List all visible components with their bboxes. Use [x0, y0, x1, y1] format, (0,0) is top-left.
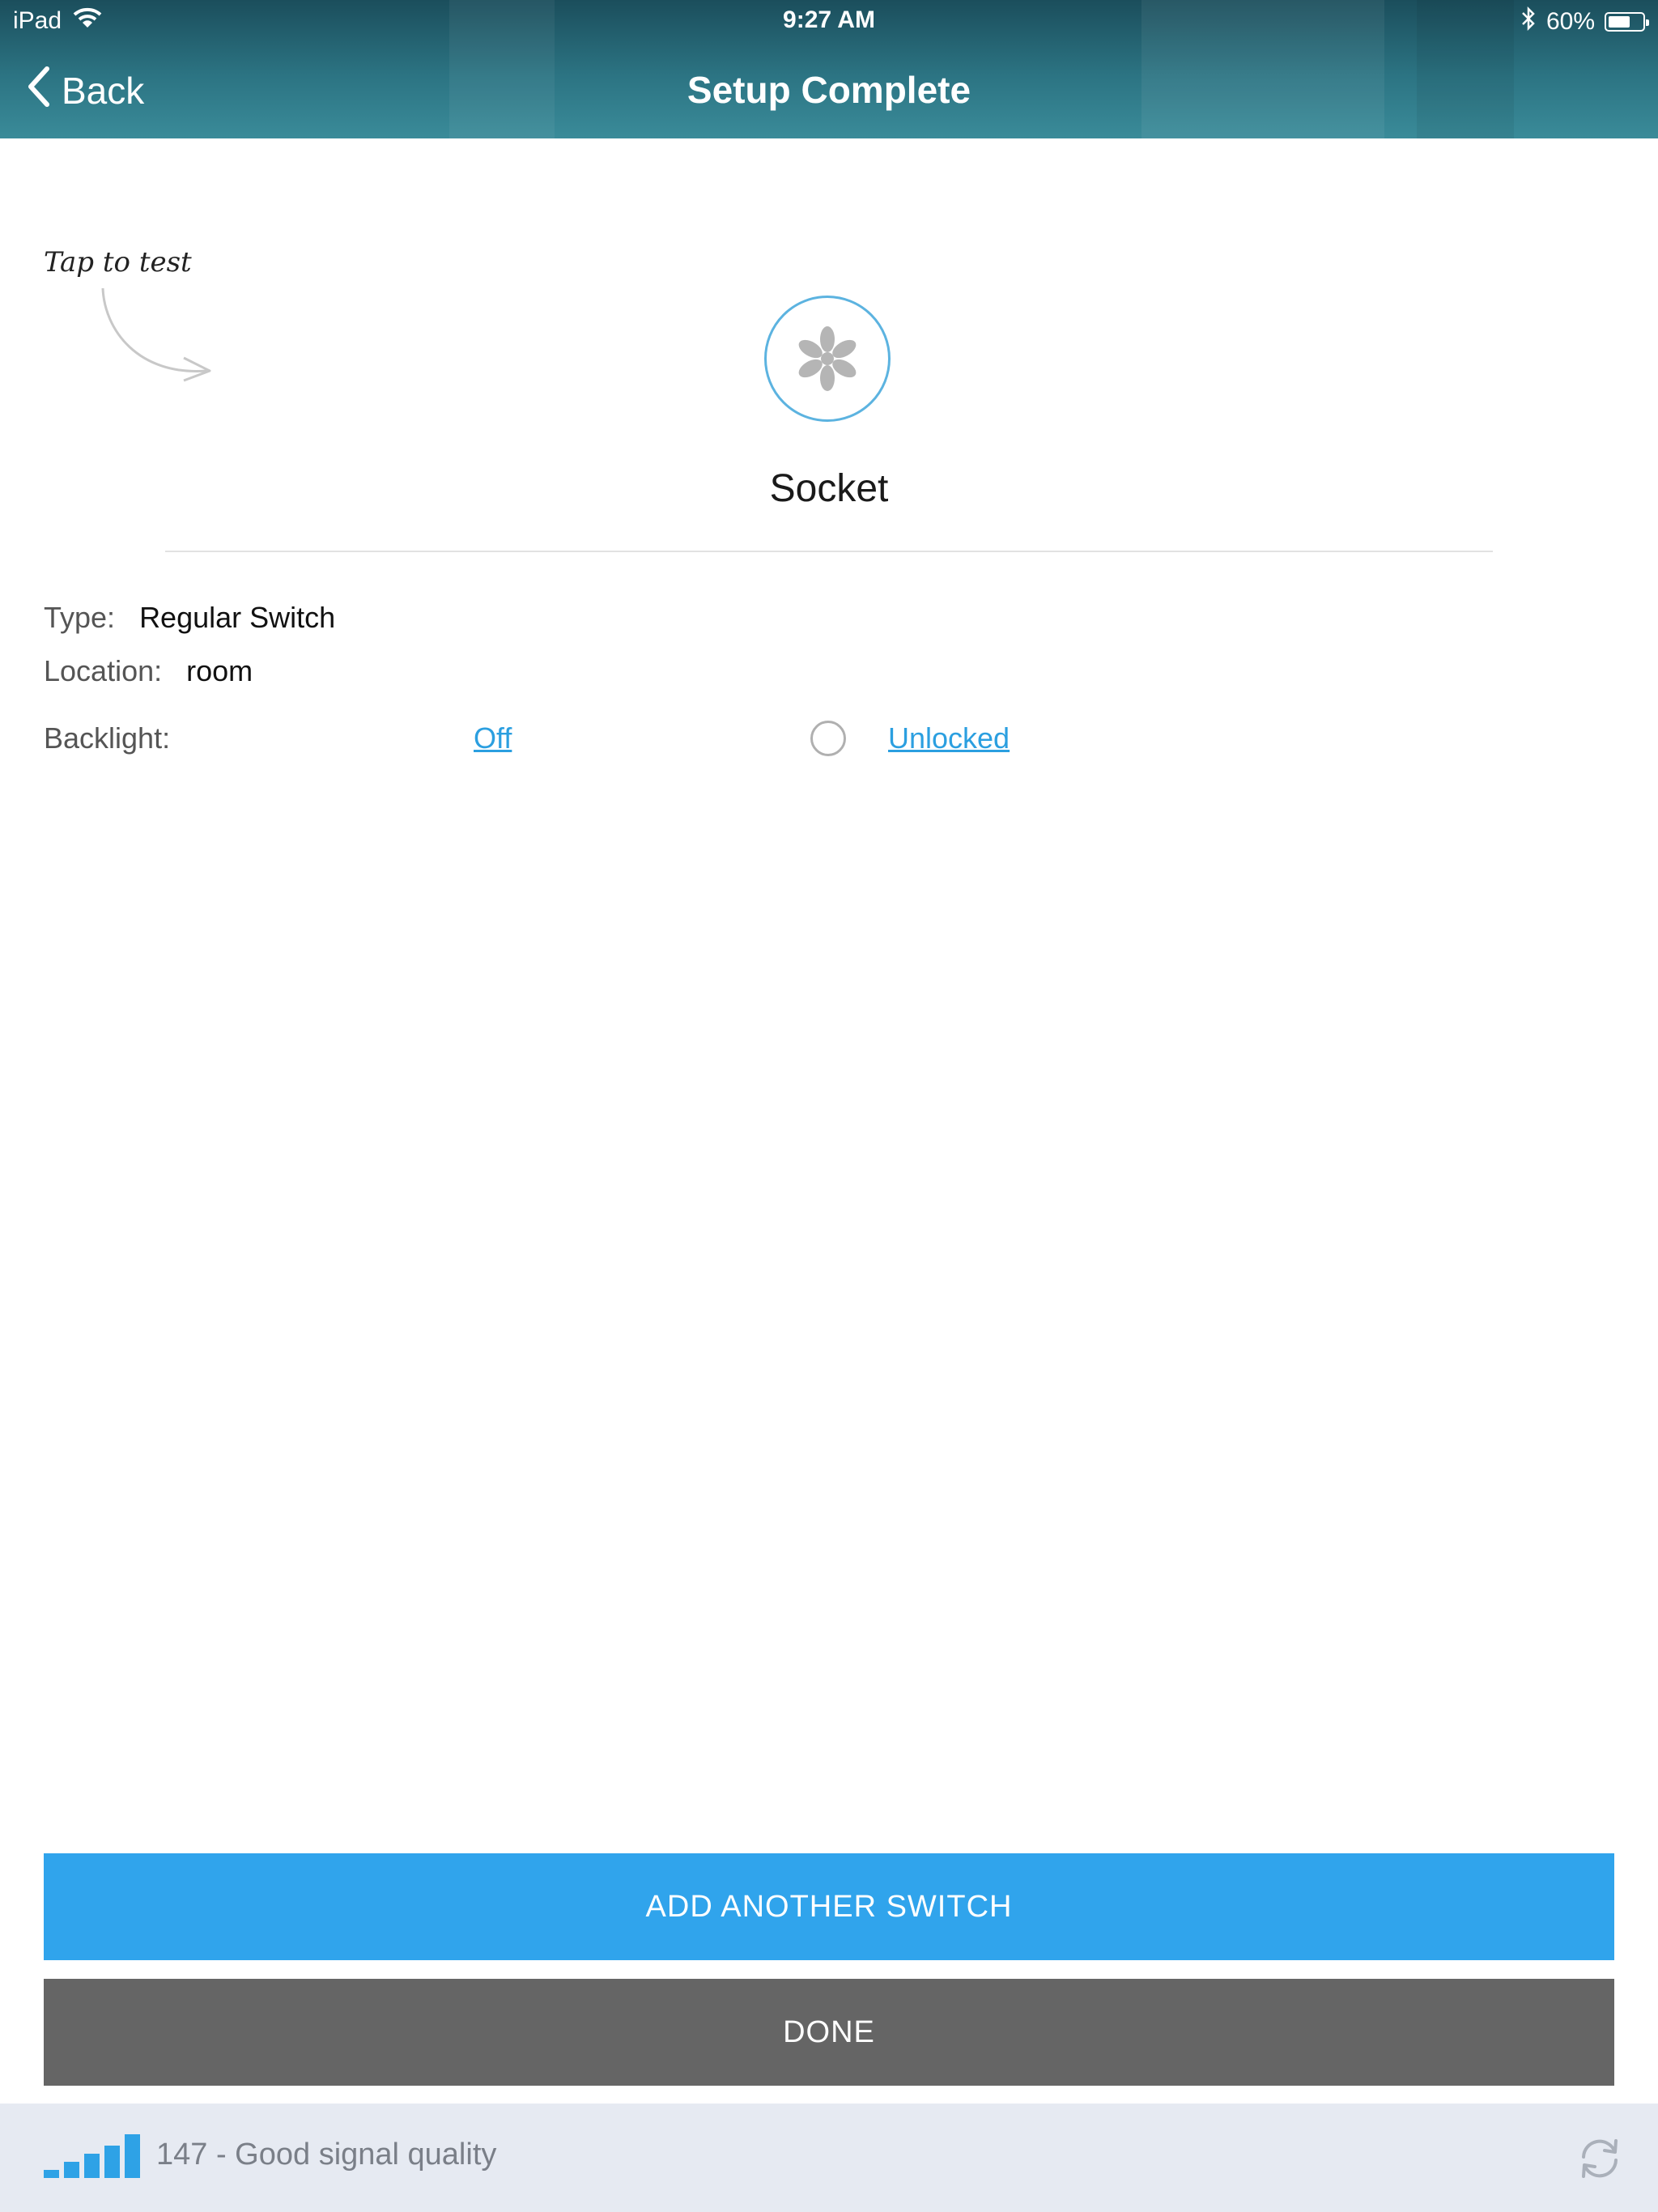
bluetooth-icon: [1520, 6, 1537, 37]
signal-quality-text: 147 - Good signal quality: [156, 2138, 497, 2172]
type-row: Type: Regular Switch: [44, 601, 335, 635]
fan-icon: [798, 326, 857, 391]
clock: 9:27 AM: [783, 6, 875, 33]
backlight-row: Backlight:: [44, 721, 170, 755]
signal-footer: 147 - Good signal quality: [0, 2104, 1658, 2212]
location-row: Location: room: [44, 654, 253, 688]
signal-bar: [64, 2162, 79, 2178]
status-bar: iPad 9:27 AM 60%: [0, 0, 1658, 45]
add-another-switch-button[interactable]: ADD ANOTHER SWITCH: [44, 1853, 1614, 1960]
header: iPad 9:27 AM 60% Back Setup Complete: [0, 0, 1658, 138]
signal-bar: [104, 2146, 120, 2178]
divider: [165, 551, 1493, 552]
done-button[interactable]: DONE: [44, 1979, 1614, 2086]
signal-bar: [84, 2154, 100, 2178]
battery-percent: 60%: [1545, 8, 1595, 35]
backlight-label: Backlight:: [44, 721, 171, 755]
backlight-toggle-link[interactable]: Off: [474, 721, 512, 755]
lock-radio[interactable]: [810, 721, 846, 756]
location-value: room: [186, 654, 253, 687]
device-name-label: Socket: [769, 467, 889, 510]
location-label: Location:: [44, 654, 163, 687]
type-value: Regular Switch: [139, 601, 336, 634]
signal-bar: [44, 2170, 59, 2178]
tap-to-test-hint: Tap to test: [44, 246, 192, 279]
type-label: Type:: [44, 601, 116, 634]
battery-icon: [1605, 12, 1649, 32]
lock-status-link[interactable]: Unlocked: [888, 721, 1010, 755]
page-title: Setup Complete: [687, 69, 971, 111]
curved-arrow-icon: [101, 287, 211, 382]
device-test-button[interactable]: [764, 296, 891, 422]
signal-bar: [125, 2134, 140, 2178]
signal-strength-icon: [44, 2133, 140, 2178]
refresh-icon[interactable]: [1574, 2133, 1626, 2184]
